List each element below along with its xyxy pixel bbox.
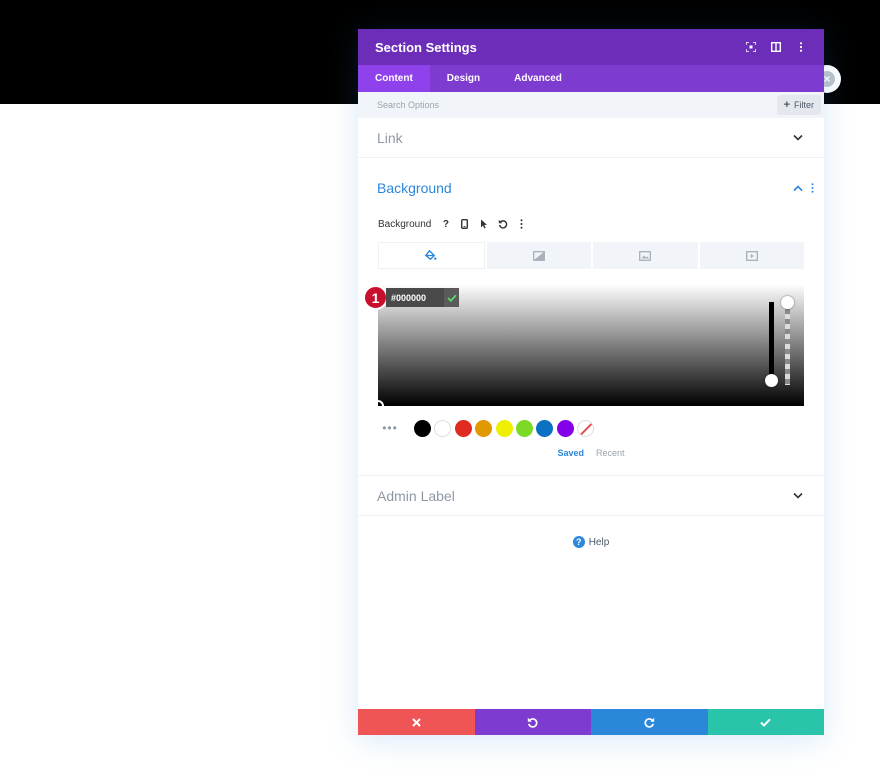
- video-icon: [745, 250, 758, 261]
- color-swatches: •••: [378, 419, 804, 437]
- save-button[interactable]: [707, 709, 824, 735]
- color-swatch[interactable]: [475, 419, 493, 437]
- more-options-icon[interactable]: [790, 37, 812, 57]
- search-input[interactable]: [377, 100, 777, 110]
- modal-header[interactable]: Section Settings: [358, 29, 824, 65]
- help-label: Help: [588, 536, 610, 548]
- background-option-row: Background ?: [358, 216, 824, 232]
- responsive-phone-icon[interactable]: [456, 216, 473, 232]
- saved-colors-tab[interactable]: Saved: [557, 448, 584, 458]
- undo-icon: [528, 717, 538, 728]
- modal-footer: [358, 709, 824, 735]
- color-swatch[interactable]: [495, 419, 513, 437]
- help-question-icon[interactable]: ?: [437, 216, 454, 232]
- modal-title: Section Settings: [375, 39, 477, 55]
- chevron-down-icon: [791, 131, 805, 145]
- color-swatch[interactable]: [414, 419, 431, 437]
- plus-icon: +: [783, 99, 790, 111]
- fullscreen-icon[interactable]: [740, 37, 762, 57]
- redo-button[interactable]: [591, 709, 708, 735]
- builder-canvas: × Section Settings Content Design Advanc…: [0, 0, 880, 781]
- opacity-slider[interactable]: [785, 304, 790, 385]
- paint-bucket-icon: [425, 250, 437, 261]
- tab-design[interactable]: Design: [430, 65, 497, 92]
- checkmark-icon: [446, 294, 457, 302]
- color-swatch[interactable]: [434, 419, 452, 437]
- close-icon: [412, 717, 421, 727]
- hex-input-group: [386, 288, 459, 307]
- section-settings-modal: Section Settings Content Design Advanced…: [358, 29, 824, 735]
- confirm-hex-button[interactable]: [444, 288, 459, 307]
- bg-tab-gradient[interactable]: [486, 242, 591, 269]
- reset-icon[interactable]: [494, 216, 511, 232]
- filter-label: Filter: [794, 100, 814, 110]
- color-saturation-area[interactable]: 1: [363, 284, 804, 412]
- bg-tab-image[interactable]: [593, 242, 698, 269]
- admin-label-section: Admin Label: [358, 476, 824, 516]
- link-section-header[interactable]: Link: [358, 118, 824, 157]
- option-more-icon[interactable]: [513, 216, 530, 232]
- gradient-icon: [532, 250, 545, 261]
- recent-colors-tab[interactable]: Recent: [596, 448, 625, 458]
- background-section-header[interactable]: Background: [358, 171, 824, 205]
- color-swatch[interactable]: [454, 419, 472, 437]
- swatch-list: [414, 419, 577, 437]
- hover-cursor-icon[interactable]: [475, 216, 492, 232]
- redo-icon: [644, 717, 654, 728]
- step-number-badge: 1: [363, 285, 388, 310]
- undo-button[interactable]: [474, 709, 591, 735]
- filter-button[interactable]: + Filter: [776, 95, 821, 115]
- checkmark-icon: [760, 718, 771, 727]
- saturation-handle[interactable]: [372, 400, 384, 412]
- opacity-slider-handle[interactable]: [781, 296, 794, 309]
- background-section: Background Background ? 1 #000000 ••• Sa…: [358, 171, 824, 476]
- background-section-title: Background: [377, 180, 452, 196]
- help-link[interactable]: ? Help: [358, 536, 824, 548]
- admin-label-section-title: Admin Label: [377, 487, 455, 504]
- section-more-icon[interactable]: [807, 181, 817, 195]
- more-swatches-icon[interactable]: •••: [378, 421, 402, 435]
- bg-tab-video[interactable]: [699, 242, 804, 269]
- chevron-up-icon: [791, 181, 805, 195]
- chevron-down-icon: [791, 489, 805, 503]
- no-color-swatch[interactable]: [577, 419, 595, 437]
- discard-button[interactable]: [358, 709, 475, 735]
- swatch-source-tabs: Saved Recent: [358, 448, 824, 475]
- color-swatch[interactable]: [515, 419, 533, 437]
- background-option-label: Background: [378, 218, 432, 230]
- color-swatch[interactable]: [556, 419, 574, 437]
- bg-tab-color[interactable]: [378, 242, 485, 269]
- link-section: Link: [358, 118, 824, 158]
- hue-slider[interactable]: [769, 302, 774, 382]
- admin-label-section-header[interactable]: Admin Label: [358, 476, 824, 515]
- link-section-title: Link: [377, 129, 403, 146]
- hex-color-input[interactable]: [386, 288, 444, 307]
- help-icon: ?: [572, 536, 585, 548]
- search-bar: + Filter: [358, 92, 824, 118]
- split-view-icon[interactable]: [765, 37, 787, 57]
- color-swatch[interactable]: [536, 419, 554, 437]
- background-type-tabs: [378, 242, 804, 269]
- tab-advanced[interactable]: Advanced: [497, 65, 579, 92]
- modal-tabs: Content Design Advanced: [358, 65, 824, 92]
- tab-content[interactable]: Content: [358, 65, 430, 92]
- image-icon: [639, 250, 652, 261]
- hue-slider-handle[interactable]: [765, 374, 778, 387]
